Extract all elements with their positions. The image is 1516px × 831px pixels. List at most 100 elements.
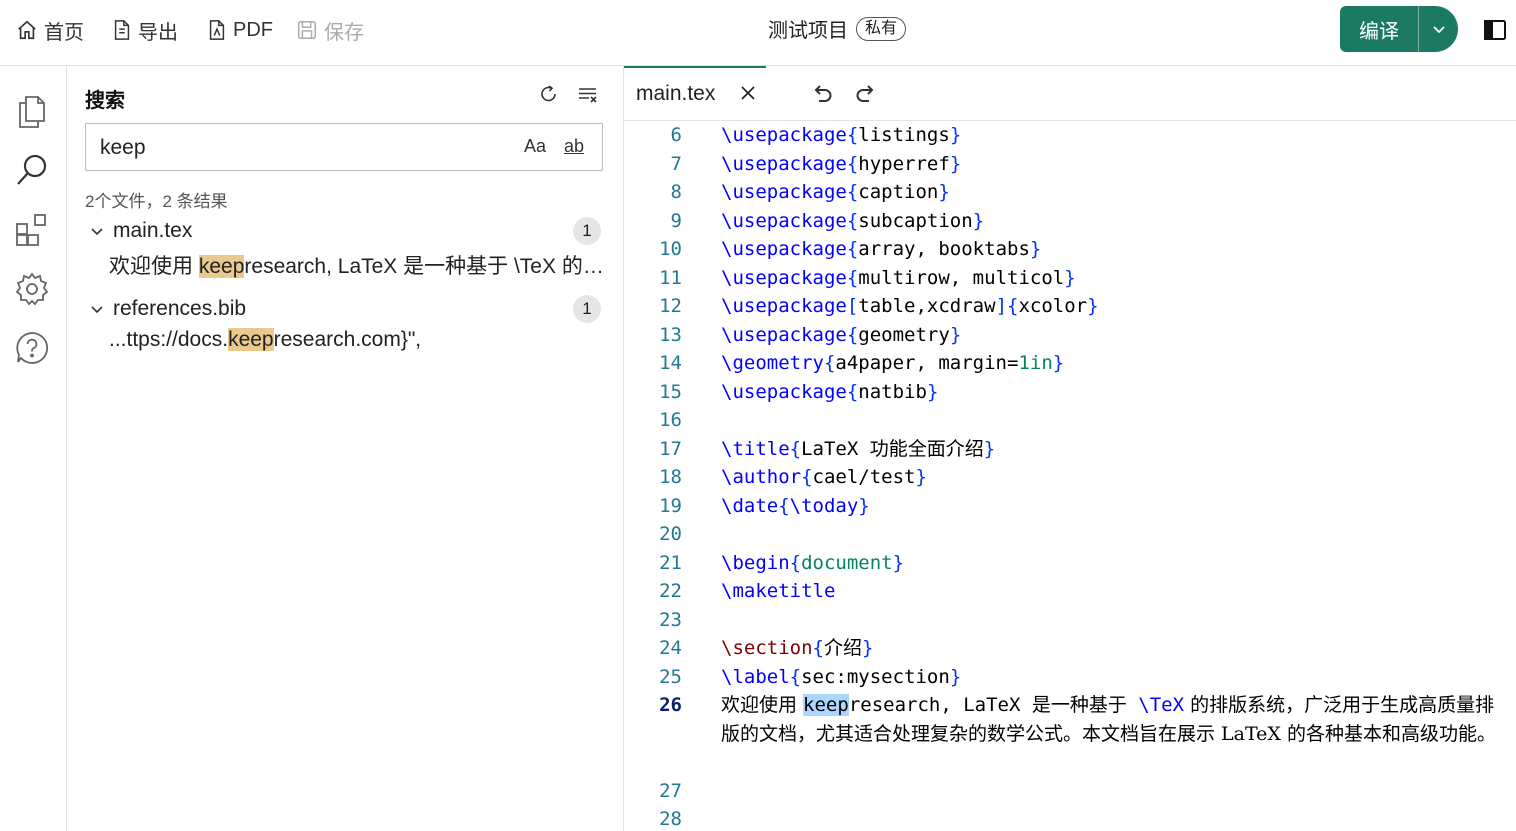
match-case-toggle[interactable]: Aa bbox=[524, 136, 546, 157]
result-count-badge: 1 bbox=[573, 217, 601, 245]
code-line[interactable]: 22 \maketitle bbox=[624, 577, 1516, 605]
code-text: \usepackage{array, booktabs} bbox=[721, 238, 1042, 260]
search-summary: 2个文件，2 条结果 bbox=[85, 192, 228, 211]
code-line[interactable]: 8 \usepackage{caption} bbox=[624, 178, 1516, 206]
line-number: 16 bbox=[659, 409, 682, 431]
code-text: \title{LaTeX 功能全面介绍} bbox=[721, 437, 996, 460]
tab-main-tex[interactable]: main.tex bbox=[624, 66, 766, 120]
help-icon bbox=[16, 332, 49, 364]
line-number: 12 bbox=[659, 295, 682, 317]
code-text: \usepackage{natbib} bbox=[721, 380, 939, 403]
code-area[interactable]: 6 \usepackage{listings} 7 \usepackage{hyper… bbox=[624, 121, 1516, 831]
whole-word-toggle[interactable]: ab bbox=[564, 136, 584, 157]
search-box: Aa ab bbox=[85, 123, 603, 171]
code-line[interactable]: 20 bbox=[624, 520, 1516, 548]
code-line[interactable]: 19 \date{\today} bbox=[624, 492, 1516, 520]
line-number: 17 bbox=[659, 437, 682, 460]
search-match-highlight: keep bbox=[803, 694, 849, 716]
line-number: 14 bbox=[659, 352, 682, 374]
project-title: 测试项目 私有 bbox=[768, 14, 907, 43]
home-icon bbox=[18, 20, 36, 40]
result-match-line[interactable]: ...ttps://docs.keepresearch.com}", bbox=[109, 328, 605, 352]
line-number: 21 bbox=[659, 551, 682, 574]
code-text: \usepackage{subcaption} bbox=[721, 209, 985, 232]
line-number: 25 bbox=[659, 665, 682, 688]
search-input[interactable] bbox=[98, 132, 502, 164]
code-line[interactable]: 24 \section{介绍} bbox=[624, 634, 1516, 662]
code-text: \author{cael/test} bbox=[721, 466, 927, 488]
redo-icon[interactable] bbox=[854, 81, 878, 105]
code-line[interactable]: 18 \author{cael/test} bbox=[624, 463, 1516, 491]
save-button[interactable]: 保存 bbox=[296, 16, 364, 44]
files-icon bbox=[19, 96, 45, 128]
code-text: \usepackage[table,xcdraw]{xcolor} bbox=[721, 295, 1099, 317]
editor-pane: main.tex 6 \usepackage{listings} 7 \usepack… bbox=[624, 66, 1516, 831]
result-file-row[interactable]: main.tex 1 bbox=[85, 216, 605, 246]
code-text: \usepackage{listings} bbox=[721, 124, 962, 146]
result-count-badge: 1 bbox=[573, 295, 601, 323]
line-number: 26 bbox=[659, 694, 682, 716]
code-text: \maketitle bbox=[721, 580, 836, 602]
line-number: 8 bbox=[670, 181, 682, 203]
clear-results-icon[interactable] bbox=[577, 84, 599, 104]
line-number: 20 bbox=[659, 523, 682, 545]
code-line[interactable]: 16 bbox=[624, 406, 1516, 434]
gear-icon bbox=[15, 272, 49, 306]
code-line[interactable]: 14 \geometry{a4paper, margin=1in} bbox=[624, 349, 1516, 377]
paragraph-text: 欢迎使用 keepresearch, LaTeX 是一种基于 \TeX 的排版系… bbox=[721, 691, 1501, 748]
code-text: \date{\today} bbox=[721, 494, 870, 517]
line-number: 28 bbox=[659, 808, 682, 830]
line-number: 24 bbox=[659, 637, 682, 659]
result-file-name: references.bib bbox=[113, 297, 247, 320]
export-button[interactable]: 导出 bbox=[112, 16, 178, 44]
line-number: 13 bbox=[659, 323, 682, 346]
editor-tab-bar: main.tex bbox=[624, 66, 1516, 121]
close-icon[interactable] bbox=[740, 85, 756, 101]
result-file-row[interactable]: references.bib 1 bbox=[85, 294, 605, 324]
search-panel-actions bbox=[539, 84, 599, 104]
code-line[interactable]: 27 bbox=[624, 777, 1516, 805]
code-line[interactable]: 25 \label{sec:mysection} bbox=[624, 663, 1516, 691]
layout-toggle-button[interactable] bbox=[1483, 18, 1507, 47]
search-rail-button[interactable] bbox=[14, 152, 50, 188]
para-text-1: 欢迎使用 bbox=[721, 694, 804, 716]
help-rail-button[interactable] bbox=[14, 330, 50, 366]
code-line[interactable]: 15 \usepackage{natbib} bbox=[624, 378, 1516, 406]
code-line[interactable]: 6 \usepackage{listings} bbox=[624, 121, 1516, 149]
top-toolbar: 首页 导出 PDF 保存 测试项目 私有 编译 bbox=[0, 0, 1516, 66]
code-line[interactable]: 13 \usepackage{geometry} bbox=[624, 321, 1516, 349]
code-line[interactable]: 17 \title{LaTeX 功能全面介绍} bbox=[624, 435, 1516, 463]
code-line[interactable]: 28 bbox=[624, 805, 1516, 831]
compile-options-dropdown[interactable] bbox=[1419, 6, 1458, 52]
split-panel-icon bbox=[1484, 20, 1506, 40]
code-line[interactable]: 9 \usepackage{subcaption} bbox=[624, 207, 1516, 235]
para-tex-command: \TeX bbox=[1138, 694, 1185, 716]
line-number: 9 bbox=[670, 209, 682, 232]
save-icon bbox=[298, 21, 316, 39]
code-line-paragraph[interactable]: 26 欢迎使用 keepresearch, LaTeX 是一种基于 \TeX 的排… bbox=[624, 691, 1516, 777]
undo-icon[interactable] bbox=[810, 81, 834, 105]
code-line[interactable]: 7 \usepackage{hyperref} bbox=[624, 150, 1516, 178]
code-line[interactable]: 21 \begin{document} bbox=[624, 549, 1516, 577]
code-line[interactable]: 23 bbox=[624, 606, 1516, 634]
result-match-line[interactable]: 欢迎使用 keepresearch, LaTeX 是一种基于 \TeX 的排版系… bbox=[109, 250, 605, 280]
export-label: 导出 bbox=[138, 21, 178, 44]
compile-button[interactable]: 编译 bbox=[1340, 6, 1419, 52]
chevron-down-icon bbox=[85, 224, 109, 238]
export-file-icon bbox=[114, 20, 130, 40]
match-suffix: research.com}", bbox=[273, 328, 422, 351]
tab-label: main.tex bbox=[636, 82, 716, 105]
extensions-rail-button[interactable] bbox=[14, 212, 50, 248]
code-line[interactable]: 12 \usepackage[table,xcdraw]{xcolor} bbox=[624, 292, 1516, 320]
pdf-button[interactable]: PDF bbox=[207, 16, 273, 44]
result-file-name: main.tex bbox=[113, 219, 193, 242]
settings-rail-button[interactable] bbox=[14, 271, 50, 307]
refresh-icon[interactable] bbox=[539, 84, 559, 104]
code-line[interactable]: 11 \usepackage{multirow, multicol} bbox=[624, 264, 1516, 292]
code-line[interactable]: 10 \usepackage{array, booktabs} bbox=[624, 235, 1516, 263]
pdf-label: PDF bbox=[233, 18, 273, 41]
line-number: 10 bbox=[659, 238, 682, 260]
line-number: 18 bbox=[659, 466, 682, 488]
files-rail-button[interactable] bbox=[14, 94, 50, 130]
home-button[interactable]: 首页 bbox=[16, 16, 84, 44]
